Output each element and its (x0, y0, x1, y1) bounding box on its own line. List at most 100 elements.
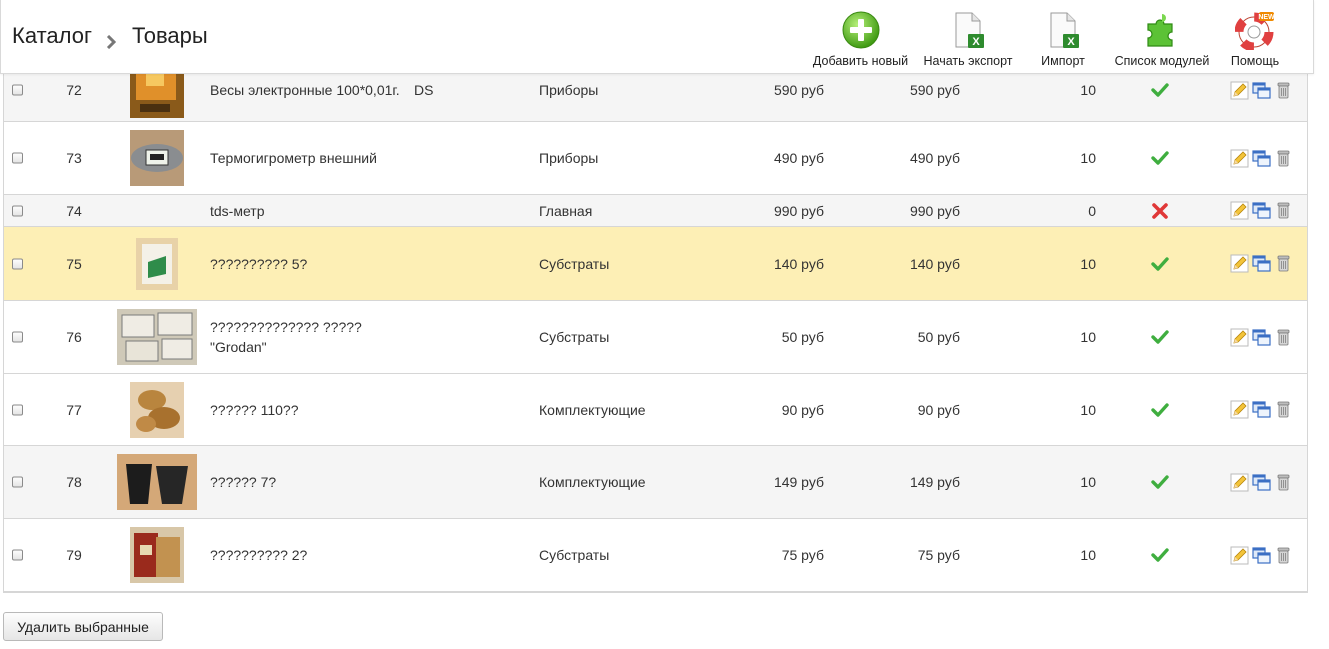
product-price-old: 149 руб (909, 474, 960, 490)
duplicate-icon[interactable] (1252, 81, 1271, 100)
product-price-old: 50 руб (917, 329, 960, 345)
edit-pencil-icon[interactable] (1230, 473, 1249, 492)
delete-trash-icon[interactable] (1274, 149, 1293, 168)
row-checkbox[interactable] (12, 404, 23, 415)
edit-pencil-icon[interactable] (1230, 149, 1249, 168)
start-export-button[interactable]: X Начать экспорт (919, 10, 1017, 68)
table-row: 73 Термогигрометр внешний Приборы 490 руб 49… (4, 122, 1307, 195)
product-name-text: ?????????? 2? (210, 547, 308, 563)
product-id: 79 (66, 547, 82, 563)
delete-selected-button[interactable]: Удалить выбранные (3, 612, 163, 641)
duplicate-icon[interactable] (1252, 546, 1271, 565)
row-checkbox[interactable] (12, 549, 23, 561)
duplicate-icon[interactable] (1252, 400, 1271, 419)
active-check-icon[interactable] (1151, 401, 1169, 419)
inactive-cross-icon[interactable] (1151, 202, 1169, 220)
product-name-link[interactable]: ?????? 110?? (210, 400, 410, 420)
import-button-label: Импорт (1041, 54, 1085, 68)
duplicate-icon[interactable] (1252, 473, 1271, 492)
row-checkbox[interactable] (12, 205, 23, 216)
table-row: 77?????? 110?? Комплектующие 90 руб 90 руб 1… (4, 374, 1307, 446)
row-actions (1230, 327, 1300, 347)
product-thumbnail[interactable] (116, 234, 198, 294)
table-row: 75?????????? 5? Субстраты 140 руб 140 руб 10 (4, 227, 1307, 301)
row-actions (1230, 472, 1300, 492)
product-thumbnail[interactable] (116, 380, 198, 440)
delete-trash-icon[interactable] (1274, 400, 1293, 419)
product-name-link[interactable]: ?????????? 2? (210, 545, 410, 565)
plus-circle-icon (841, 10, 881, 50)
row-checkbox[interactable] (12, 258, 23, 269)
svg-text:X: X (972, 36, 980, 48)
product-size: DS (414, 82, 434, 98)
delete-trash-icon[interactable] (1274, 81, 1293, 100)
edit-pencil-icon[interactable] (1230, 254, 1249, 273)
product-id: 77 (66, 401, 82, 418)
row-actions (1230, 254, 1300, 274)
product-thumbnail[interactable] (116, 307, 198, 367)
edit-pencil-icon[interactable] (1230, 546, 1249, 565)
svg-text:X: X (1067, 36, 1075, 48)
edit-pencil-icon[interactable] (1230, 81, 1249, 100)
row-checkbox[interactable] (12, 152, 23, 164)
help-button[interactable]: NEW Помощь (1215, 10, 1295, 68)
product-category: Субстраты (539, 255, 610, 272)
delete-trash-icon[interactable] (1274, 201, 1293, 220)
product-name-text: Весы электронные 100*0,01г. (210, 82, 400, 98)
duplicate-icon[interactable] (1252, 254, 1271, 273)
duplicate-icon[interactable] (1252, 201, 1271, 220)
delete-trash-icon[interactable] (1274, 473, 1293, 492)
product-name-text: ?????? 7? (210, 474, 277, 490)
table-row: 78?????? 7? Комплектующие 149 руб 149 руб 10 (4, 446, 1307, 519)
svg-text:NEW: NEW (1258, 14, 1275, 21)
breadcrumb-catalog-link[interactable]: Каталог (12, 23, 92, 49)
duplicate-icon[interactable] (1252, 328, 1271, 347)
product-name-link[interactable]: ?????????? 5? (210, 254, 410, 274)
product-name-link[interactable]: Термогигрометр внешний (210, 148, 410, 168)
products-table: 71Гидропот "XL"XLDWC-гидропоты1 490 руб1… (3, 0, 1308, 593)
modules-list-button-label: Список модулей (1114, 54, 1210, 68)
product-category: Комплектующие (539, 401, 646, 418)
product-quantity: 10 (1080, 255, 1096, 272)
row-checkbox[interactable] (12, 476, 23, 488)
help-button-label: Помощь (1230, 54, 1280, 68)
product-thumbnail[interactable] (116, 128, 198, 188)
active-check-icon[interactable] (1151, 546, 1169, 564)
product-name-link[interactable]: tds-метр (210, 201, 410, 221)
row-actions (1230, 148, 1300, 168)
import-button[interactable]: X Импорт (1017, 10, 1109, 68)
breadcrumb: Каталог Товары (12, 23, 208, 50)
active-check-icon[interactable] (1151, 473, 1169, 491)
page-header: Каталог Товары Добавить новый X Начать экс… (0, 0, 1314, 74)
duplicate-icon[interactable] (1252, 149, 1271, 168)
active-check-icon[interactable] (1151, 149, 1169, 167)
product-category: Субстраты (539, 547, 610, 563)
product-name-text: ?????????????? ????? (210, 319, 362, 335)
active-check-icon[interactable] (1151, 328, 1169, 346)
active-check-icon[interactable] (1151, 81, 1169, 99)
edit-pencil-icon[interactable] (1230, 201, 1249, 220)
excel-import-icon: X (1043, 10, 1083, 50)
product-quantity: 0 (1088, 202, 1096, 219)
row-checkbox[interactable] (12, 84, 23, 96)
product-name-link[interactable]: ?????????????? ????? "Grodan" (210, 317, 410, 357)
product-name-link[interactable]: ?????? 7? (210, 472, 410, 492)
add-new-button-label: Добавить новый (812, 54, 909, 68)
delete-trash-icon[interactable] (1274, 254, 1293, 273)
add-new-button[interactable]: Добавить новый (802, 10, 919, 68)
active-check-icon[interactable] (1151, 255, 1169, 273)
product-price-old: 75 руб (917, 547, 960, 563)
delete-trash-icon[interactable] (1274, 328, 1293, 347)
product-thumbnail[interactable] (116, 452, 198, 512)
product-name-text: tds-метр (210, 202, 265, 219)
delete-trash-icon[interactable] (1274, 546, 1293, 565)
row-checkbox[interactable] (12, 331, 23, 343)
product-thumbnail[interactable] (116, 525, 198, 585)
product-name-link[interactable]: Весы электронные 100*0,01г. (210, 80, 410, 100)
row-actions (1230, 80, 1300, 100)
edit-pencil-icon[interactable] (1230, 400, 1249, 419)
edit-pencil-icon[interactable] (1230, 328, 1249, 347)
product-price-old: 590 руб (909, 82, 960, 98)
modules-list-button[interactable]: Список модулей (1109, 10, 1215, 68)
toolbar: Добавить новый X Начать экспорт X Импорт Спис… (802, 10, 1295, 68)
